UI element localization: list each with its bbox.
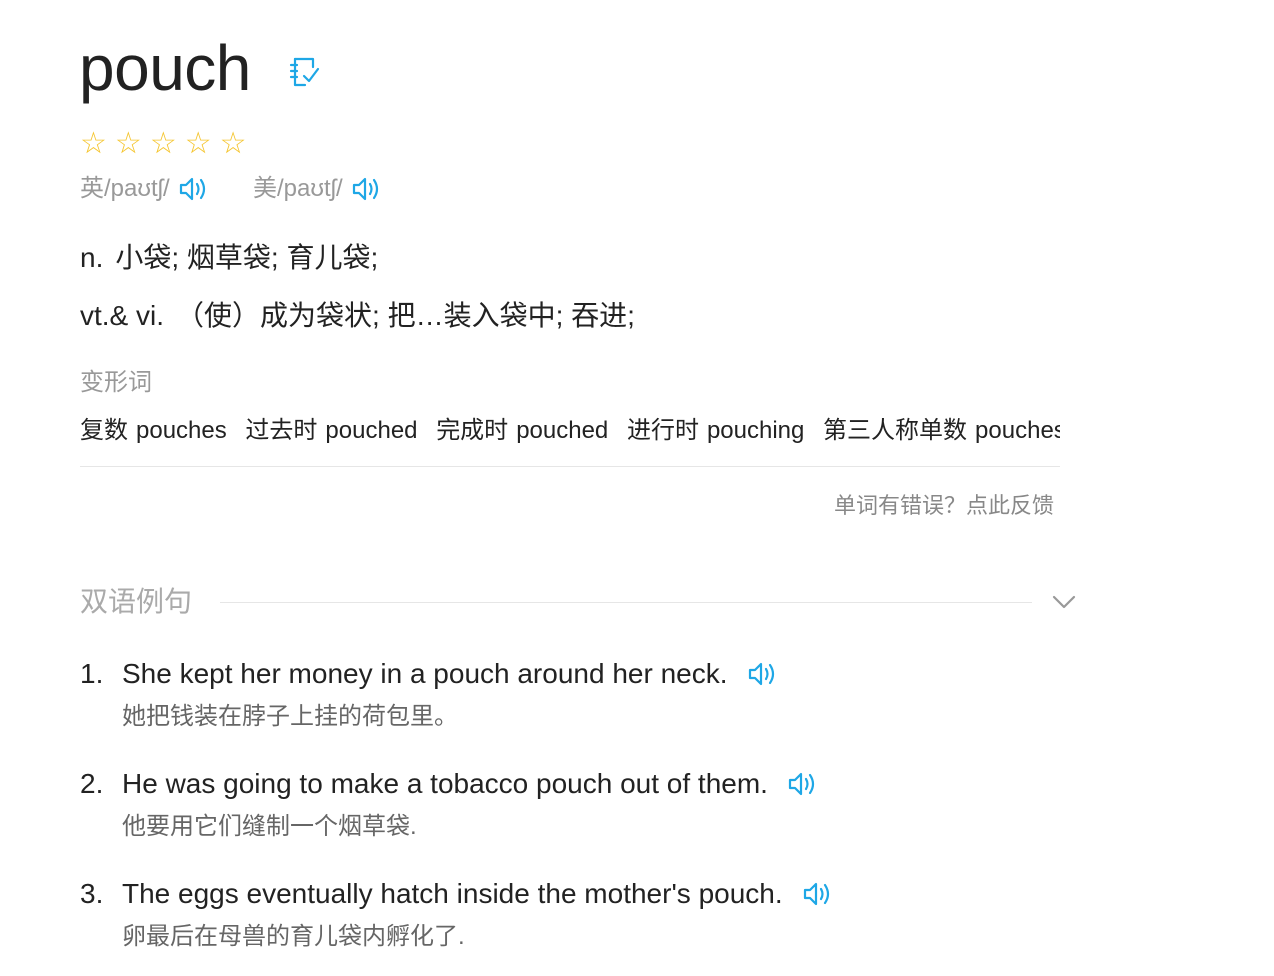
word-form-value[interactable]: pouches xyxy=(975,417,1060,444)
headword: pouch xyxy=(79,32,251,104)
star-icon: ☆ xyxy=(80,127,107,160)
word-form: 完成时 pouched xyxy=(436,412,608,450)
example-sentence: 3. The eggs eventually hatch inside the … xyxy=(80,874,1080,954)
word-form-label: 完成时 xyxy=(436,417,509,444)
word-form-value[interactable]: pouched xyxy=(325,417,417,444)
example-sentence: 2. He was going to make a tobacco pouch … xyxy=(80,764,1080,844)
part-of-speech: vt.& vi. xyxy=(80,300,165,331)
example-number: 2. xyxy=(80,768,104,799)
word-form-value[interactable]: pouches xyxy=(136,417,227,444)
phonetic-us: 美/paʊtʃ/ xyxy=(253,172,383,206)
speaker-icon[interactable] xyxy=(746,659,780,689)
section-divider xyxy=(220,602,1032,603)
rating-stars: ☆ ☆ ☆ ☆ ☆ xyxy=(80,126,247,162)
speaker-icon[interactable] xyxy=(786,769,820,799)
phonetic-us-text: 美/paʊtʃ/ xyxy=(253,175,343,202)
word-forms: 复数 pouches 过去时 pouched 完成时 pouched 进行时 pouch… xyxy=(80,412,1060,450)
word-form: 复数 pouches xyxy=(80,412,227,450)
example-number: 3. xyxy=(80,878,104,909)
speaker-icon[interactable] xyxy=(178,174,210,204)
example-english: The eggs eventually hatch inside the mot… xyxy=(122,878,783,909)
star-icon: ☆ xyxy=(114,127,142,160)
word-forms-title: 变形词 xyxy=(80,369,152,396)
star-icon: ☆ xyxy=(184,127,212,160)
word-form-label: 进行时 xyxy=(626,417,699,444)
phonetic-uk: 英/paʊtʃ/ xyxy=(80,172,210,206)
word-form-label: 第三人称单数 xyxy=(823,417,968,444)
word-form-value[interactable]: pouched xyxy=(516,417,608,444)
example-number: 1. xyxy=(80,658,104,689)
examples-section-title: 双语例句 xyxy=(80,586,193,617)
star-icon: ☆ xyxy=(149,127,177,160)
definition-noun: n. 小袋; 烟草袋; 育儿袋; xyxy=(80,238,378,278)
add-to-wordbook-icon[interactable] xyxy=(287,55,321,89)
feedback-link[interactable]: 单词有错误？点此反馈 xyxy=(834,490,1054,522)
example-english: He was going to make a tobacco pouch out… xyxy=(122,768,768,799)
example-english: She kept her money in a pouch around her… xyxy=(122,658,728,689)
example-chinese: 她把钱装在脖子上挂的荷包里。 xyxy=(122,703,458,730)
example-sentence: 1. She kept her money in a pouch around … xyxy=(80,654,1080,734)
definition-verb: vt.& vi. （使）成为袋状; 把…装入袋中; 吞进; xyxy=(80,296,635,336)
divider xyxy=(80,466,1060,467)
definition-text: （使）成为袋状; 把…装入袋中; 吞进; xyxy=(176,300,635,331)
speaker-icon[interactable] xyxy=(801,879,835,909)
part-of-speech: n. xyxy=(80,242,104,273)
word-form-label: 过去时 xyxy=(245,417,318,444)
word-form-label: 复数 xyxy=(80,417,128,444)
phonetic-uk-text: 英/paʊtʃ/ xyxy=(80,175,170,202)
definition-text: 小袋; 烟草袋; 育儿袋; xyxy=(115,242,379,273)
word-form: 第三人称单数 pouches xyxy=(823,412,1060,450)
word-form: 过去时 pouched xyxy=(245,412,417,450)
word-form: 进行时 pouching xyxy=(627,412,804,450)
speaker-icon[interactable] xyxy=(351,174,383,204)
word-form-value[interactable]: pouching xyxy=(707,417,804,444)
chevron-down-icon[interactable] xyxy=(1050,590,1078,614)
star-icon: ☆ xyxy=(219,127,247,160)
example-chinese: 他要用它们缝制一个烟草袋. xyxy=(122,813,417,840)
example-chinese: 卵最后在母兽的育儿袋内孵化了. xyxy=(122,923,465,950)
